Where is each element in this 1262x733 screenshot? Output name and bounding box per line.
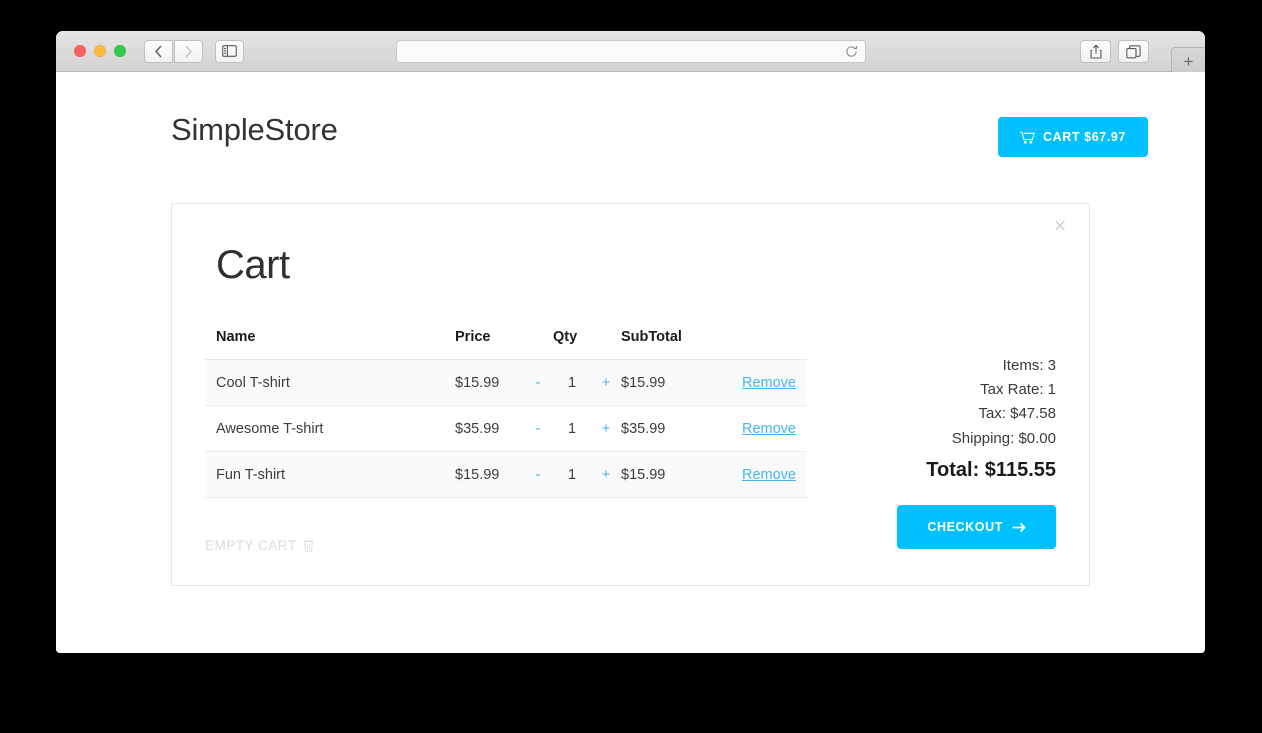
page-content: SimpleStore CART $67.97 × Cart Name Pric… [56, 72, 1205, 653]
item-name: Fun T-shirt [205, 451, 455, 498]
remove-item-link[interactable]: Remove [742, 467, 796, 483]
item-name: Cool T-shirt [205, 359, 455, 406]
column-header-qty: Qty [553, 329, 591, 360]
item-qty: 1 [553, 405, 591, 452]
increase-qty-button[interactable]: + [591, 405, 621, 452]
checkout-button[interactable]: CHECKOUT [897, 505, 1056, 549]
summary-total: Total: $115.55 [926, 459, 1056, 481]
close-window-button[interactable] [74, 45, 86, 57]
column-header-subtotal: SubTotal [621, 329, 711, 360]
cart-table-header: Name Price Qty SubTotal [205, 329, 807, 360]
window-controls [74, 45, 126, 57]
column-header-spacer-minus [523, 329, 553, 360]
table-header-row: Name Price Qty SubTotal [205, 329, 807, 360]
cart-panel: × Cart Name Price Qty SubTotal Cool T-sh… [171, 203, 1090, 586]
column-header-spacer-plus [591, 329, 621, 360]
minus-icon[interactable]: - [536, 374, 541, 391]
brand-logo[interactable]: SimpleStore [171, 114, 338, 145]
plus-icon[interactable]: + [602, 374, 611, 391]
cart-table-body: Cool T-shirt $15.99 - 1 + $15.99 Remove … [205, 359, 807, 498]
browser-toolbar-right [1080, 40, 1149, 63]
empty-cart-label: EMPTY CART [205, 538, 297, 553]
browser-titlebar: + [56, 31, 1205, 75]
plus-icon[interactable]: + [602, 466, 611, 483]
nav-buttons [144, 39, 244, 63]
plus-icon[interactable]: + [602, 420, 611, 437]
cart-body: Name Price Qty SubTotal Cool T-shirt $15… [194, 285, 1065, 555]
show-tabs-button[interactable] [1118, 40, 1149, 63]
cart-summary-section: Items: 3 Tax Rate: 1 Tax: $47.58 Shippin… [789, 285, 1065, 555]
decrease-qty-button[interactable]: - [523, 451, 553, 498]
cart-button[interactable]: CART $67.97 [997, 117, 1148, 157]
table-row: Fun T-shirt $15.99 - 1 + $15.99 Remove [205, 451, 807, 498]
remove-item-link[interactable]: Remove [742, 375, 796, 391]
decrease-qty-button[interactable]: - [523, 359, 553, 406]
item-qty: 1 [553, 451, 591, 498]
reload-icon[interactable] [845, 45, 858, 58]
item-subtotal: $15.99 [621, 451, 711, 498]
minus-icon[interactable]: - [536, 466, 541, 483]
forward-button[interactable] [174, 39, 203, 63]
sidebar-icon [222, 45, 237, 57]
item-name: Awesome T-shirt [205, 405, 455, 452]
chevron-right-icon [184, 45, 193, 58]
tabs-icon [1126, 44, 1141, 59]
remove-item-link[interactable]: Remove [742, 421, 796, 437]
table-row: Awesome T-shirt $35.99 - 1 + $35.99 Remo… [205, 405, 807, 452]
empty-cart-button[interactable]: EMPTY CART [205, 538, 314, 553]
cart-table: Name Price Qty SubTotal Cool T-shirt $15… [205, 329, 807, 498]
item-qty: 1 [553, 359, 591, 406]
summary-tax: Tax: $47.58 [978, 405, 1056, 423]
back-button[interactable] [144, 39, 173, 63]
minus-icon[interactable]: - [536, 420, 541, 437]
chevron-left-icon [154, 45, 163, 58]
plus-icon: + [1183, 51, 1194, 71]
new-tab-button[interactable]: + [1171, 47, 1205, 75]
column-header-name: Name [205, 329, 455, 360]
decrease-qty-button[interactable]: - [523, 405, 553, 452]
checkout-button-label: CHECKOUT [927, 520, 1003, 534]
browser-window: + SimpleStore CART $67.97 × Cart Name Pr… [56, 31, 1205, 653]
sidebar-toggle-button[interactable] [215, 39, 244, 63]
site-header: SimpleStore CART $67.97 [56, 72, 1205, 157]
share-icon [1089, 44, 1102, 59]
address-bar[interactable] [396, 40, 866, 63]
column-header-price: Price [455, 329, 523, 360]
summary-shipping: Shipping: $0.00 [951, 429, 1056, 447]
item-price: $35.99 [455, 405, 523, 452]
cart-items-section: Name Price Qty SubTotal Cool T-shirt $15… [194, 285, 807, 555]
maximize-window-button[interactable] [114, 45, 126, 57]
cart-button-label: CART $67.97 [1042, 130, 1126, 144]
item-price: $15.99 [455, 451, 523, 498]
share-button[interactable] [1080, 40, 1111, 63]
summary-tax-rate: Tax Rate: 1 [980, 381, 1056, 399]
cart-title: Cart [216, 243, 290, 287]
close-icon[interactable]: × [1047, 213, 1073, 239]
item-subtotal: $15.99 [621, 359, 711, 406]
arrow-right-icon [1012, 522, 1026, 533]
shopping-cart-icon [1020, 131, 1035, 144]
increase-qty-button[interactable]: + [591, 451, 621, 498]
summary-items: Items: 3 [1002, 356, 1056, 374]
minimize-window-button[interactable] [94, 45, 106, 57]
increase-qty-button[interactable]: + [591, 359, 621, 406]
trash-icon [303, 539, 314, 552]
item-subtotal: $35.99 [621, 405, 711, 452]
table-row: Cool T-shirt $15.99 - 1 + $15.99 Remove [205, 359, 807, 406]
item-price: $15.99 [455, 359, 523, 406]
